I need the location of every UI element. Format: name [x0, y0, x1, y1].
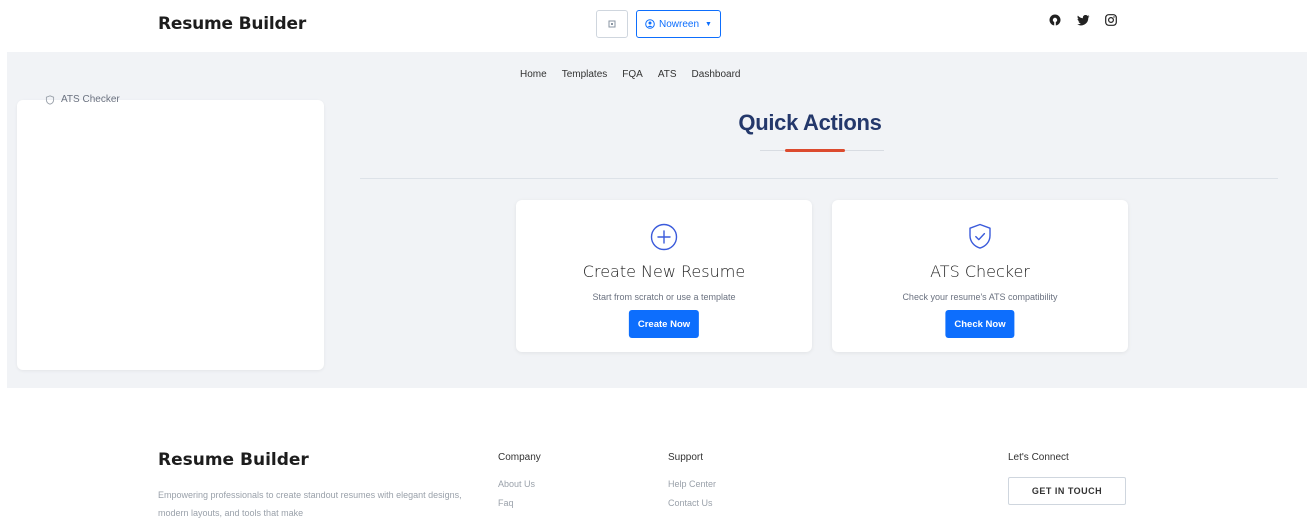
get-in-touch-button[interactable]: GET IN TOUCH	[1008, 477, 1126, 505]
nav-item-home[interactable]: Home	[520, 69, 547, 80]
instagram-icon[interactable]	[1104, 13, 1118, 27]
nav-item-templates[interactable]: Templates	[562, 69, 608, 80]
create-now-button[interactable]: Create Now	[628, 310, 700, 338]
footer-heading: Let's Connect	[1008, 452, 1069, 463]
section-divider	[360, 178, 1278, 179]
top-header: Resume Builder Nowreen ▼	[0, 0, 1307, 52]
user-icon	[645, 19, 655, 29]
twitter-icon[interactable]	[1076, 13, 1090, 27]
nav-item-dashboard[interactable]: Dashboard	[692, 69, 741, 80]
sidebar-item-ats-checker[interactable]: ATS Checker	[45, 94, 120, 105]
footer-company-column: Company About Us Faq	[498, 452, 541, 508]
footer-brand: Resume Builder	[158, 450, 309, 470]
card-description: Start from scratch or use a template	[592, 292, 736, 302]
user-name: Nowreen	[659, 18, 700, 30]
social-links	[1048, 13, 1118, 27]
footer-heading: Company	[498, 452, 541, 463]
main-nav: Home Templates FQA ATS Dashboard	[520, 69, 740, 80]
nav-item-ats[interactable]: ATS	[658, 69, 677, 80]
footer-support-column: Support Help Center Contact Us	[668, 452, 716, 508]
footer-description: Empowering professionals to create stand…	[158, 490, 462, 518]
shield-check-icon	[832, 223, 1128, 251]
brand-logo[interactable]: Resume Builder	[158, 14, 306, 34]
footer-link-help[interactable]: Help Center	[668, 479, 716, 489]
theme-toggle-button[interactable]	[596, 10, 628, 38]
title-accent-bar	[785, 149, 845, 152]
check-now-button[interactable]: Check Now	[945, 310, 1015, 338]
chevron-down-icon: ▼	[705, 20, 712, 28]
user-menu-button[interactable]: Nowreen ▼	[636, 10, 721, 38]
card-title: ATS Checker	[930, 262, 1030, 281]
footer-connect-column: Let's Connect GET IN TOUCH	[1008, 452, 1126, 505]
page-title: Quick Actions	[738, 110, 882, 135]
ats-checker-card: ATS Checker Check your resume's ATS comp…	[832, 200, 1128, 352]
footer-link-contact[interactable]: Contact Us	[668, 498, 716, 508]
footer-heading: Support	[668, 452, 704, 463]
nav-item-fqa[interactable]: FQA	[622, 69, 643, 80]
card-description: Check your resume's ATS compatibility	[902, 292, 1058, 302]
footer-link-about[interactable]: About Us	[498, 479, 541, 489]
footer-link-faq[interactable]: Faq	[498, 498, 541, 508]
sidebar-item-label: ATS Checker	[61, 94, 120, 105]
shield-icon	[45, 94, 55, 105]
sidebar-panel	[17, 100, 324, 370]
copy-icon	[608, 20, 616, 28]
header-actions: Nowreen ▼	[596, 10, 721, 38]
create-resume-card: Create New Resume Start from scratch or …	[516, 200, 812, 352]
plus-circle-icon	[516, 223, 812, 251]
card-title: Create New Resume	[582, 262, 746, 281]
github-icon[interactable]	[1048, 13, 1062, 27]
